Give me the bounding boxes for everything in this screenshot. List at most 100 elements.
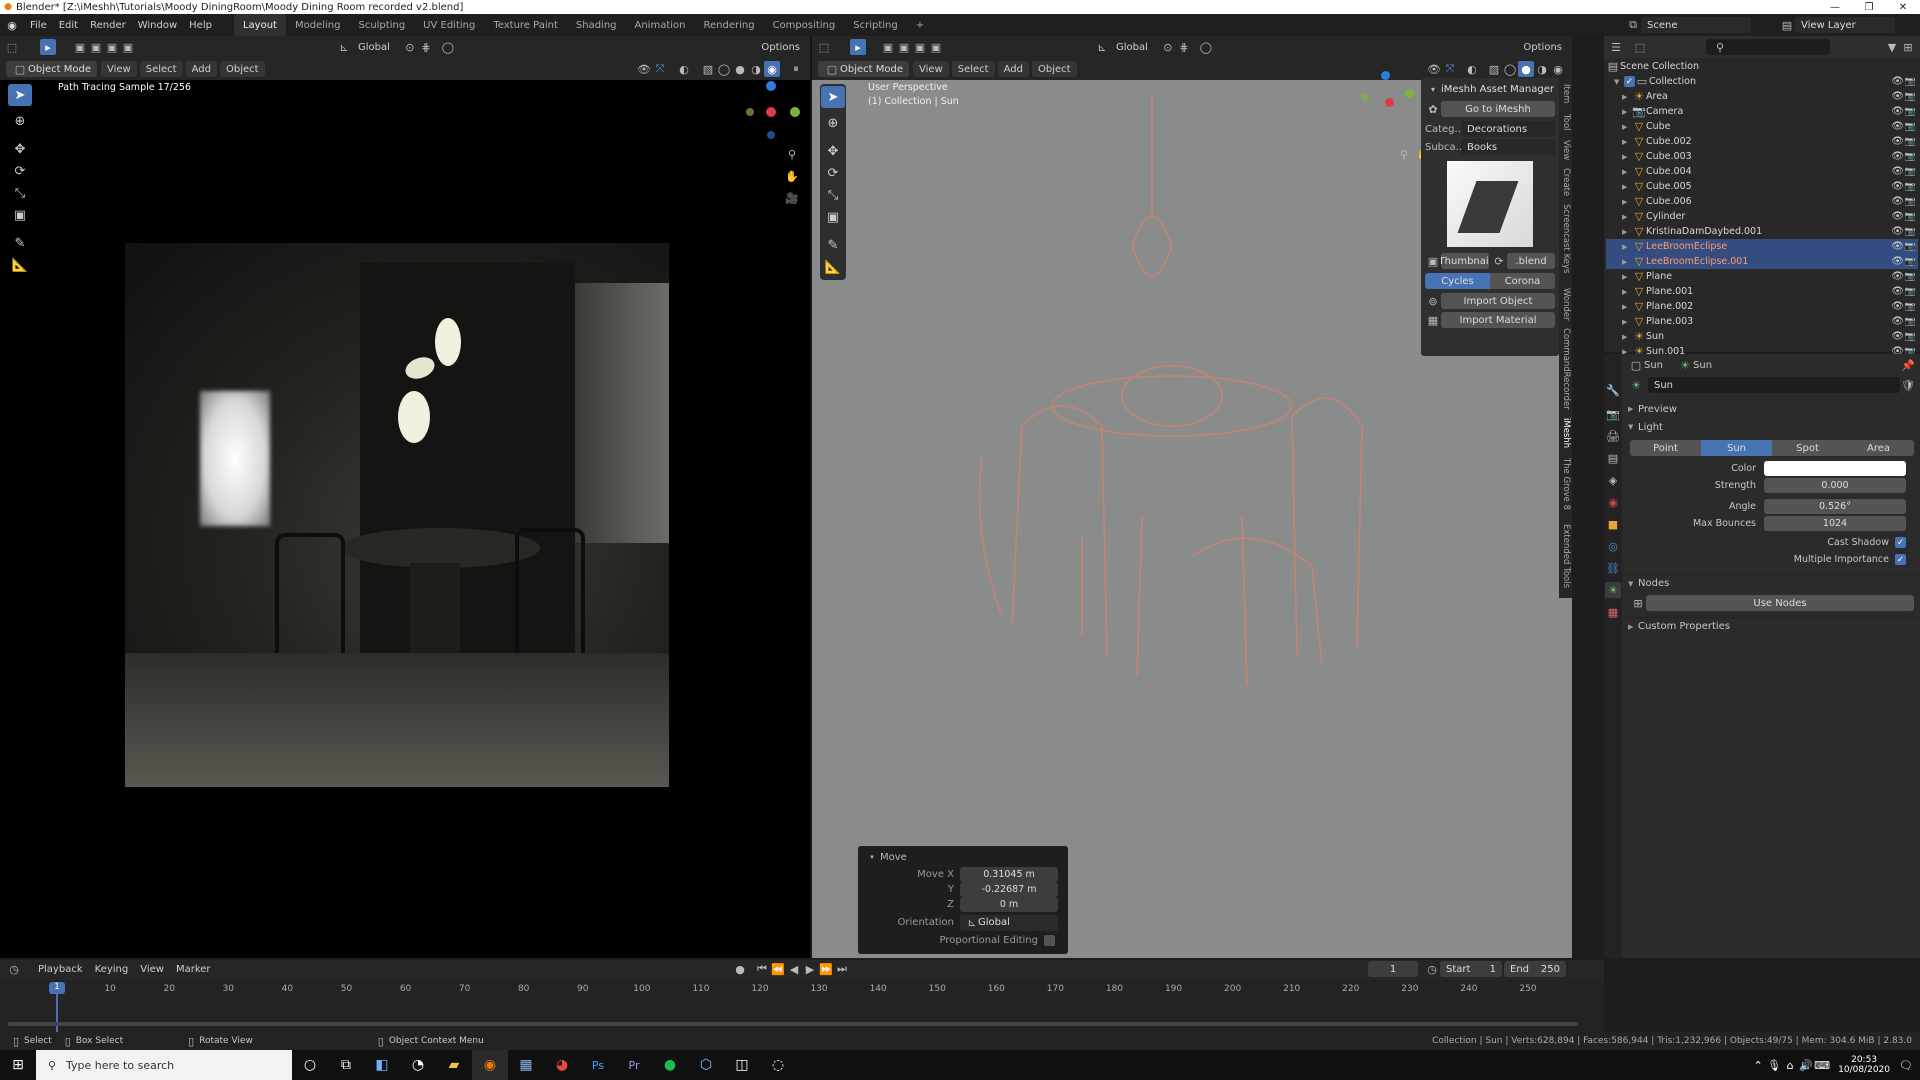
move-tool[interactable]: ✥ <box>821 140 845 162</box>
snap-icon[interactable]: ⋕ <box>1176 39 1192 55</box>
expand-arrow-icon[interactable]: ▶ <box>1622 108 1632 116</box>
expand-arrow-icon[interactable]: ▶ <box>1622 303 1632 311</box>
outliner-item[interactable]: ▶ ▽ Cube.003 👁 📷 <box>1606 149 1918 164</box>
calculator-icon[interactable]: ▦ <box>508 1050 544 1080</box>
import-object-button[interactable]: Import Object <box>1441 293 1555 309</box>
datablock-type-icon[interactable]: ☀ <box>1628 377 1644 393</box>
timeline-menu-playback[interactable]: Playback <box>32 961 89 977</box>
tab-modeling[interactable]: Modeling <box>286 14 350 36</box>
tab-animation[interactable]: Animation <box>626 14 695 36</box>
visibility-eye-icon[interactable]: 👁 <box>1891 136 1904 147</box>
outliner-scene-collection[interactable]: ▤ Scene Collection <box>1606 59 1918 74</box>
asset-thumbnail[interactable] <box>1447 161 1533 247</box>
pan-hand-icon[interactable]: ✋ <box>784 168 800 184</box>
expand-arrow-icon[interactable]: ▶ <box>1622 333 1632 341</box>
light-type-sun[interactable]: Sun <box>1701 440 1772 456</box>
render-visibility-icon[interactable]: 📷 <box>1905 167 1916 177</box>
left-menu-select[interactable]: Select <box>139 61 183 77</box>
output-tab-icon[interactable]: 🖨 <box>1605 428 1621 444</box>
outliner-item[interactable]: ▶ ▽ Cube.006 👁 📷 <box>1606 194 1918 209</box>
camera-view-icon[interactable]: 🎥 <box>784 190 800 206</box>
taskbar-app-icon[interactable]: ◧ <box>364 1050 400 1080</box>
use-nodes-button[interactable]: Use Nodes <box>1646 595 1914 611</box>
windows-start-icon[interactable]: ⊞ <box>0 1050 36 1080</box>
snap-icon[interactable]: ⋕ <box>418 39 434 55</box>
light-type-point[interactable]: Point <box>1630 440 1701 456</box>
current-frame-field[interactable]: 1 <box>1368 961 1418 977</box>
visibility-eye-icon[interactable]: 👁 <box>1891 196 1904 207</box>
outliner-editor-icon[interactable]: ☰ <box>1608 39 1624 55</box>
render-visibility-icon[interactable]: 📷 <box>1905 272 1916 282</box>
scene-tab-icon[interactable]: ◈ <box>1605 472 1621 488</box>
shading-rendered-icon[interactable]: ◉ <box>764 61 780 77</box>
editor-type-icon[interactable]: ⬚ <box>4 39 20 55</box>
move-z-field[interactable]: 0 m <box>960 897 1058 912</box>
play-reverse-icon[interactable]: ◀ <box>786 961 802 977</box>
tab-uv-editing[interactable]: UV Editing <box>414 14 484 36</box>
tab-layout[interactable]: Layout <box>233 14 286 36</box>
timeline-menu-view[interactable]: View <box>134 961 170 977</box>
add-workspace-button[interactable]: + <box>907 14 933 36</box>
select-intersect-icon[interactable]: ▣ <box>928 39 944 55</box>
shading-material-icon[interactable]: ◑ <box>1534 61 1550 77</box>
photoshop-icon[interactable]: Ps <box>580 1050 616 1080</box>
right-navigation-gizmo[interactable] <box>1357 71 1417 131</box>
measure-tool[interactable]: 📐 <box>821 256 845 278</box>
blend-button[interactable]: .blend <box>1507 253 1555 269</box>
close-window-button[interactable]: ✕ <box>1886 2 1920 13</box>
object-tab-icon[interactable]: ■ <box>1605 516 1621 532</box>
visibility-eye-icon[interactable]: 👁 <box>1891 256 1904 267</box>
light-type-area[interactable]: Area <box>1843 440 1914 456</box>
max-bounces-field[interactable]: 1024 <box>1764 516 1906 531</box>
render-visibility-icon[interactable]: 📷 <box>1905 242 1916 252</box>
datablock-field[interactable]: Sun <box>1648 377 1900 393</box>
left-menu-add[interactable]: Add <box>185 61 217 77</box>
outliner-item[interactable]: ▶ ▽ LeeBroomEclipse.001 👁 📷 <box>1606 254 1918 269</box>
visibility-eye-icon[interactable]: 👁 <box>1891 166 1904 177</box>
outliner-collection[interactable]: ▼ ✓ ▭ Collection 👁 📷 <box>1606 74 1918 89</box>
visibility-eye-icon[interactable]: 👁 <box>1891 106 1904 117</box>
physics-tab-icon[interactable]: ◎ <box>1605 538 1621 554</box>
left-navigation-gizmo[interactable] <box>740 81 800 141</box>
tray-chevron-icon[interactable]: ⌃ <box>1750 1057 1766 1073</box>
taskbar-app-icon[interactable]: ◫ <box>724 1050 760 1080</box>
visibility-icon[interactable]: 👁 <box>1426 61 1442 77</box>
outliner-item[interactable]: ▶ ▽ Cylinder 👁 📷 <box>1606 209 1918 224</box>
gizmo-x-axis-icon[interactable] <box>1385 98 1394 107</box>
left-mode-dropdown[interactable]: ▢ Object Mode <box>6 61 97 77</box>
outliner-item[interactable]: ▶ ▽ Plane.001 👁 📷 <box>1606 284 1918 299</box>
left-options-dropdown[interactable]: Options <box>755 39 806 55</box>
pivot-icon[interactable]: ⊙ <box>1160 39 1176 55</box>
outliner-item[interactable]: ▶ ▽ Plane.002 👁 📷 <box>1606 299 1918 314</box>
tab-rendering[interactable]: Rendering <box>694 14 763 36</box>
outliner-item[interactable]: ▶ ▽ Cube.004 👁 📷 <box>1606 164 1918 179</box>
file-explorer-icon[interactable]: ▰ <box>436 1050 472 1080</box>
pause-render-icon[interactable]: ⏸ <box>788 61 804 77</box>
scene-selector[interactable]: Scene <box>1641 17 1751 33</box>
move-panel-collapse-icon[interactable]: ▾ <box>864 849 880 865</box>
outliner-item[interactable]: ▶ ▽ KristinaDamDaybed.001 👁 📷 <box>1606 224 1918 239</box>
fake-user-icon[interactable]: 🛡 <box>1900 377 1916 393</box>
pivot-icon[interactable]: ⊙ <box>402 39 418 55</box>
refresh-icon[interactable]: ⟳ <box>1491 253 1507 269</box>
record-keyframe-icon[interactable]: ● <box>732 961 748 977</box>
render-visibility-icon[interactable]: 📷 <box>1905 302 1916 312</box>
outliner-item[interactable]: ▶ ▽ Plane.003 👁 📷 <box>1606 314 1918 329</box>
expand-arrow-icon[interactable]: ▶ <box>1622 168 1632 176</box>
tab-texture-paint[interactable]: Texture Paint <box>484 14 567 36</box>
notifications-icon[interactable]: 🗨 <box>1898 1057 1914 1073</box>
visibility-eye-icon[interactable]: 👁 <box>1891 331 1904 342</box>
custom-properties-header[interactable]: ▶ Custom Properties <box>1624 617 1920 635</box>
annotate-tool[interactable]: ✎ <box>821 234 845 256</box>
sidebar-tab-the-grove[interactable]: The Grove 8 <box>1561 458 1571 510</box>
shading-wireframe-icon[interactable]: ◯ <box>1502 61 1518 77</box>
view-layer-selector[interactable]: View Layer <box>1795 17 1895 33</box>
menu-edit[interactable]: Edit <box>53 17 84 33</box>
view-layer-tab-icon[interactable]: ▤ <box>1605 450 1621 466</box>
gizmo-z-axis-icon[interactable] <box>1381 71 1390 80</box>
sidebar-tab-commandrecorder[interactable]: CommandRecorder <box>1561 328 1571 410</box>
task-view-icon[interactable]: ⧉ <box>328 1050 364 1080</box>
select-box-mode-icon[interactable]: ▸ <box>40 39 56 55</box>
sidebar-tab-item[interactable]: Item <box>1561 84 1571 103</box>
render-visibility-icon[interactable]: 📷 <box>1905 317 1916 327</box>
